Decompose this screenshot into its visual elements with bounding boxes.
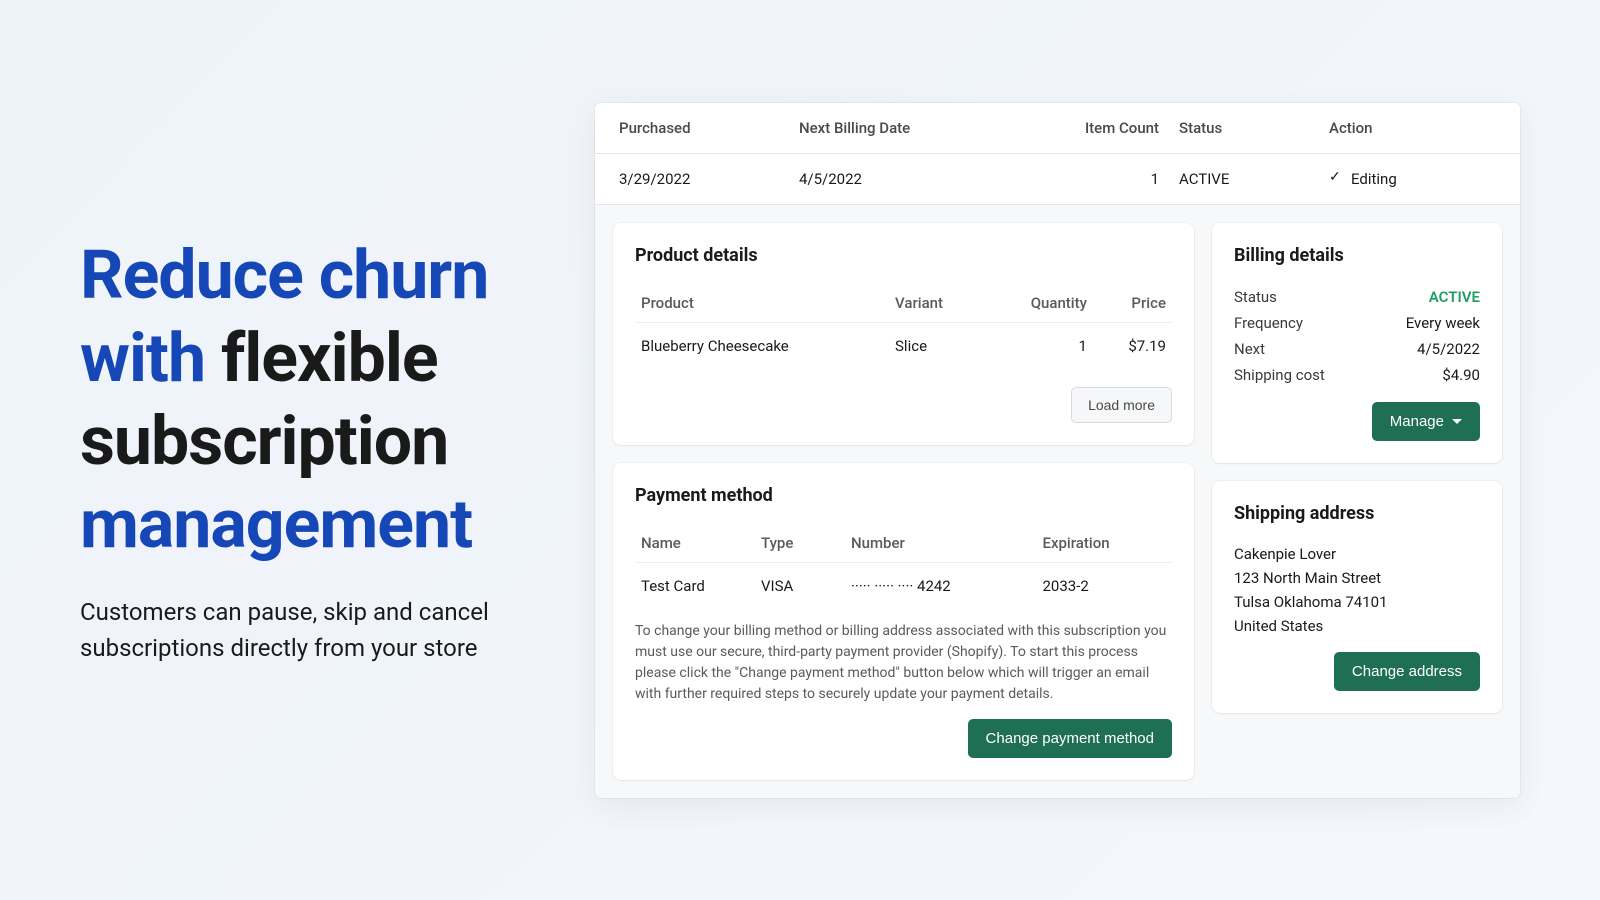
manage-button-label: Manage [1390,413,1444,430]
payment-row-type: VISA [755,562,845,609]
chevron-down-icon [1452,419,1462,424]
summary-header-action: Action [1329,119,1496,137]
summary-action-editing[interactable]: Editing [1329,170,1496,188]
hero-copy: Reduce churn with flexible subscription … [80,234,555,666]
shipping-line-2: Tulsa Oklahoma 74101 [1234,590,1480,614]
payment-header-expiration: Expiration [1036,524,1172,563]
change-address-button[interactable]: Change address [1334,652,1480,691]
product-row-product: Blueberry Cheesecake [635,322,889,369]
shipping-line-0: Cakenpie Lover [1234,542,1480,566]
product-row-variant: Slice [889,322,984,369]
shipping-address-card: Shipping address Cakenpie Lover 123 Nort… [1212,481,1502,713]
summary-action-label: Editing [1351,170,1397,188]
product-details-title: Product details [635,245,1172,266]
product-details-card: Product details Product Variant Quantity… [613,223,1194,445]
summary-status: ACTIVE [1179,170,1329,188]
billing-frequency-value: Every week [1406,314,1480,332]
billing-status-label: Status [1234,288,1277,306]
payment-header-number: Number [845,524,1036,563]
summary-header-next-billing: Next Billing Date [799,119,1059,137]
billing-next-value: 4/5/2022 [1417,340,1480,358]
change-payment-button[interactable]: Change payment method [968,719,1172,758]
billing-frequency-label: Frequency [1234,314,1303,332]
subscription-summary: Purchased Next Billing Date Item Count S… [595,103,1520,205]
payment-method-card: Payment method Name Type Number Expirati… [613,463,1194,780]
manage-button[interactable]: Manage [1372,402,1480,441]
billing-next-label: Next [1234,340,1265,358]
product-row: Blueberry Cheesecake Slice 1 $7.19 [635,322,1172,369]
payment-table: Name Type Number Expiration Test Card VI… [635,524,1172,609]
shipping-line-1: 123 North Main Street [1234,566,1480,590]
subscription-panel: Purchased Next Billing Date Item Count S… [595,103,1520,798]
payment-header-type: Type [755,524,845,563]
summary-header-status: Status [1179,119,1329,137]
billing-details-card: Billing details Status ACTIVE Frequency … [1212,223,1502,463]
hero-heading-part3: management [80,484,472,564]
payment-header-name: Name [635,524,755,563]
product-row-quantity: 1 [984,322,1093,369]
load-more-button[interactable]: Load more [1071,387,1172,423]
summary-item-count: 1 [1059,170,1179,188]
shipping-line-3: United States [1234,614,1480,638]
payment-row-number: ····· ····· ···· 4242 [845,562,1036,609]
billing-status-value: ACTIVE [1429,288,1480,306]
summary-data-row: 3/29/2022 4/5/2022 1 ACTIVE Editing [595,154,1520,204]
product-header-product: Product [635,284,889,323]
hero-subtext: Customers can pause, skip and cancel sub… [80,594,555,666]
billing-shipping-value: $4.90 [1442,366,1480,384]
product-row-price: $7.19 [1093,322,1172,369]
payment-row-expiration: 2033-2 [1036,562,1172,609]
hero-heading: Reduce churn with flexible subscription … [80,234,555,566]
billing-details-title: Billing details [1234,245,1480,266]
payment-row: Test Card VISA ····· ····· ···· 4242 203… [635,562,1172,609]
summary-header-row: Purchased Next Billing Date Item Count S… [595,103,1520,154]
summary-purchased: 3/29/2022 [619,170,799,188]
payment-note: To change your billing method or billing… [635,621,1172,705]
shipping-address-title: Shipping address [1234,503,1480,524]
product-header-quantity: Quantity [984,284,1093,323]
payment-method-title: Payment method [635,485,1172,506]
summary-header-purchased: Purchased [619,119,799,137]
summary-next-billing: 4/5/2022 [799,170,1059,188]
product-header-variant: Variant [889,284,984,323]
billing-shipping-label: Shipping cost [1234,366,1325,384]
product-table: Product Variant Quantity Price Blueberry… [635,284,1172,369]
check-icon [1329,172,1343,186]
summary-header-item-count: Item Count [1059,119,1179,137]
payment-row-name: Test Card [635,562,755,609]
product-header-price: Price [1093,284,1172,323]
